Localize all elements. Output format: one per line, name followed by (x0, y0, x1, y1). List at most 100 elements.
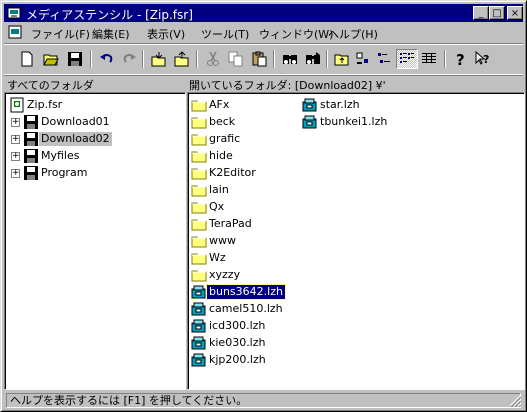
separator (142, 50, 144, 68)
menu-tools[interactable]: ツール(T) (201, 26, 249, 42)
tree-item-label: Download02 (39, 132, 112, 146)
file-name: buns3642.lzh (206, 284, 286, 300)
folder-tree-panel[interactable]: Zip.fsr + Download01 + Download02 + Myfi… (4, 92, 186, 390)
file-name: xyzzy (209, 268, 241, 281)
folder-icon (191, 216, 207, 232)
file-name: TeraPad (209, 217, 252, 230)
archive-item[interactable]: kie030.lzh (191, 335, 268, 351)
folder-item[interactable]: hide (191, 148, 235, 164)
context-help-icon[interactable]: ? (472, 49, 494, 69)
folder-icon (191, 114, 207, 130)
tree-item-program[interactable]: + Program (11, 165, 89, 181)
folder-icon (191, 97, 207, 113)
large-icons-icon[interactable] (352, 49, 374, 69)
tree-item-label: Download01 (41, 115, 110, 128)
menu-view[interactable]: 表示(V) (147, 26, 185, 42)
menu-edit[interactable]: 編集(E) (92, 26, 130, 42)
export-icon[interactable] (171, 49, 193, 69)
folder-icon (191, 233, 207, 249)
archive-file-icon (10, 97, 24, 113)
menu-window[interactable]: ウィンドウ(W) (259, 26, 333, 42)
find-icon[interactable] (279, 49, 301, 69)
save-icon[interactable] (64, 49, 86, 69)
paste-icon[interactable] (248, 49, 270, 69)
archive-icon (191, 301, 207, 317)
folder-icon (191, 165, 207, 181)
status-text: ヘルプを表示するには [F1] を押してください。 (6, 393, 521, 408)
import-icon[interactable] (148, 49, 170, 69)
tree-root-label: Zip.fsr (27, 98, 63, 111)
archive-item[interactable]: camel510.lzh (191, 301, 285, 317)
disk-icon (24, 166, 38, 180)
open-icon[interactable] (40, 49, 62, 69)
archive-item[interactable]: icd300.lzh (191, 318, 267, 334)
folder-item[interactable]: TeraPad (191, 216, 254, 232)
folder-item[interactable]: beck (191, 114, 237, 130)
menu-file[interactable]: ファイル(F) (31, 26, 90, 42)
file-name: camel510.lzh (209, 302, 283, 315)
document-icon[interactable] (8, 25, 22, 39)
cut-icon[interactable] (202, 49, 224, 69)
help-icon[interactable]: ? (449, 49, 471, 69)
details-view-icon[interactable] (418, 49, 440, 69)
copy-icon[interactable] (225, 49, 247, 69)
disk-icon (24, 132, 38, 146)
file-list-panel[interactable]: AFx beck grafic hide K2Editor lain Qx TeraPad ww… (187, 92, 525, 390)
list-view-icon[interactable] (396, 49, 418, 69)
resize-grip-icon[interactable] (509, 395, 521, 407)
folder-icon (191, 250, 207, 266)
archive-icon (191, 352, 207, 368)
close-button[interactable]: × (507, 6, 523, 20)
undo-icon[interactable] (96, 49, 118, 69)
folder-icon (191, 182, 207, 198)
tree-item-download01[interactable]: + Download01 (11, 114, 112, 130)
folder-item[interactable]: grafic (191, 131, 242, 147)
expand-icon[interactable]: + (11, 134, 20, 144)
tree-item-download02[interactable]: + Download02 (11, 131, 112, 147)
separator (273, 50, 275, 68)
expand-icon[interactable]: + (11, 168, 20, 178)
svg-text:?: ? (483, 53, 489, 66)
folder-item[interactable]: www (191, 233, 238, 249)
minimize-button[interactable]: _ (473, 6, 489, 20)
file-name: icd300.lzh (209, 319, 266, 332)
toolbar: ? ? (4, 43, 523, 75)
title-bar[interactable]: メディアステンシル - [Zip.fsr] _ □ × (4, 4, 523, 22)
folder-item[interactable]: AFx (191, 97, 231, 113)
svg-text:?: ? (456, 51, 465, 67)
archive-item[interactable]: kjp200.lzh (191, 352, 268, 368)
folder-item[interactable]: lain (191, 182, 231, 198)
expand-icon[interactable]: + (11, 151, 20, 161)
app-icon[interactable] (6, 5, 22, 21)
file-name: K2Editor (209, 166, 256, 179)
window-title: メディアステンシル - [Zip.fsr] (26, 8, 193, 22)
archive-item[interactable]: tbunkei1.lzh (302, 114, 389, 130)
file-name: grafic (209, 132, 241, 145)
open-folder-header: 開いているフォルダ: [Download02] ¥' (189, 79, 386, 92)
folder-item[interactable]: Qx (191, 199, 226, 215)
file-name: AFx (209, 98, 230, 111)
maximize-button[interactable]: □ (489, 6, 505, 20)
redo-icon[interactable] (118, 49, 140, 69)
file-name: tbunkei1.lzh (320, 115, 388, 128)
up-folder-icon[interactable] (331, 49, 353, 69)
expand-icon[interactable]: + (11, 117, 20, 127)
tree-item-label: Program (41, 166, 88, 179)
small-icons-icon[interactable] (374, 49, 396, 69)
menu-help[interactable]: ヘルプ(H) (328, 26, 378, 42)
archive-item[interactable]: buns3642.lzh (191, 284, 286, 300)
separator (196, 50, 198, 68)
separator (326, 50, 328, 68)
archive-icon (191, 284, 207, 300)
tree-root[interactable]: Zip.fsr (9, 97, 64, 113)
folder-item[interactable]: K2Editor (191, 165, 258, 181)
file-name: kjp200.lzh (209, 353, 266, 366)
folder-item[interactable]: Wz (191, 250, 228, 266)
new-icon[interactable] (16, 49, 38, 69)
file-name: kie030.lzh (209, 336, 266, 349)
tree-item-myfiles[interactable]: + Myfiles (11, 148, 81, 164)
file-name: Wz (209, 251, 226, 264)
find-next-icon[interactable] (302, 49, 324, 69)
folder-item[interactable]: xyzzy (191, 267, 242, 283)
archive-item[interactable]: star.lzh (302, 97, 362, 113)
